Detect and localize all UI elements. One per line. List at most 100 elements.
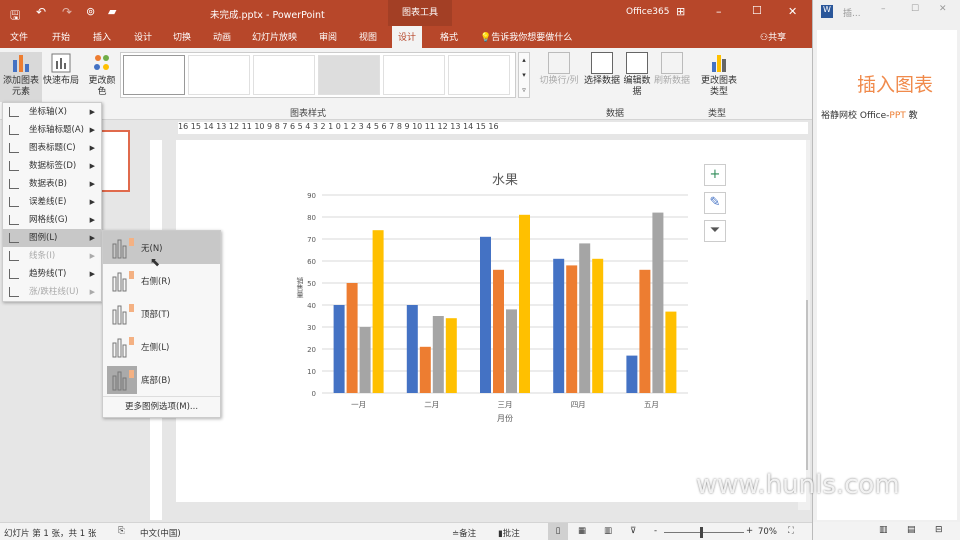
chart-style-2[interactable] bbox=[188, 55, 250, 95]
y-tick-label: 10 bbox=[307, 368, 316, 376]
menu-item[interactable]: 误差线(E) ▶ bbox=[3, 193, 101, 211]
x-axis-title: 月份 bbox=[497, 413, 513, 423]
menu-item[interactable]: 图表标题(C) ▶ bbox=[3, 139, 101, 157]
bar bbox=[493, 269, 504, 393]
menu-item[interactable]: 图例(L) ▶ bbox=[3, 229, 101, 247]
menu-item[interactable]: 网格线(G) ▶ bbox=[3, 211, 101, 229]
y-tick-label: 20 bbox=[307, 346, 316, 354]
legend-position-icon bbox=[112, 337, 134, 358]
menu-item[interactable]: 数据标签(D) ▶ bbox=[3, 157, 101, 175]
y-tick-label: 80 bbox=[307, 214, 316, 222]
close-button[interactable]: ✕ bbox=[788, 5, 797, 18]
change-colors-button[interactable]: 更改颜色 bbox=[86, 52, 118, 98]
y-tick-label: 30 bbox=[307, 324, 316, 332]
menu-item[interactable]: 坐标轴标题(A) ▶ bbox=[3, 121, 101, 139]
legend-option[interactable]: 底部(B) bbox=[103, 363, 220, 396]
comments-button[interactable]: ▮批注 bbox=[498, 527, 520, 539]
bar bbox=[506, 309, 517, 393]
account-name[interactable]: Office365 bbox=[626, 7, 669, 17]
menu-item[interactable]: 涨/跌柱线(U) ▶ bbox=[3, 283, 101, 301]
word-minimize-button[interactable]: – bbox=[881, 4, 886, 14]
zoom-slider[interactable] bbox=[664, 527, 744, 538]
word-maximize-button[interactable]: ☐ bbox=[911, 4, 919, 14]
word-close-button[interactable]: ✕ bbox=[939, 4, 947, 14]
quick-layout-button[interactable]: 快速布局 bbox=[42, 52, 80, 87]
tab-chart-design[interactable]: 设计 bbox=[392, 26, 423, 48]
minimize-button[interactable]: – bbox=[716, 5, 722, 18]
edit-data-button[interactable]: 编辑数据 bbox=[622, 52, 652, 98]
tab-review[interactable]: 审阅 bbox=[319, 30, 337, 43]
submenu-arrow-icon: ▶ bbox=[89, 162, 95, 170]
refresh-data-button[interactable]: 刷新数据 bbox=[654, 52, 690, 87]
tell-me-search[interactable]: 💡告诉我你想要做什么 bbox=[480, 30, 572, 43]
normal-view-button[interactable]: ▯ bbox=[548, 523, 568, 540]
chart-style-1[interactable] bbox=[123, 55, 185, 95]
brush-icon: ✎ bbox=[709, 195, 721, 210]
zoom-out-button[interactable]: - bbox=[654, 526, 657, 536]
zoom-in-button[interactable]: + bbox=[746, 526, 753, 536]
share-button[interactable]: ⚇共享 bbox=[760, 30, 786, 43]
tab-insert[interactable]: 插入 bbox=[93, 30, 111, 43]
select-data-button[interactable]: 选择数据 bbox=[584, 52, 620, 87]
maximize-button[interactable]: ☐ bbox=[752, 4, 762, 17]
bar bbox=[579, 243, 591, 393]
legend-option[interactable]: 左侧(L) bbox=[103, 330, 220, 363]
ribbon-display-icon[interactable]: ⊞ bbox=[676, 5, 685, 18]
y-tick-label: 70 bbox=[307, 236, 316, 244]
tab-view[interactable]: 视图 bbox=[359, 30, 377, 43]
presenter-icon[interactable]: ⊚ bbox=[86, 5, 95, 18]
notes-button[interactable]: ≐备注 bbox=[452, 527, 476, 539]
bar bbox=[639, 269, 651, 393]
language[interactable]: 中文(中国) bbox=[140, 527, 181, 539]
chart-style-6[interactable] bbox=[448, 55, 510, 95]
menu-item[interactable]: 数据表(B) ▶ bbox=[3, 175, 101, 193]
tab-file[interactable]: 文件 bbox=[10, 30, 28, 43]
slide-thumbnail-1[interactable] bbox=[100, 130, 130, 192]
menu-item[interactable]: 线条(I) ▶ bbox=[3, 247, 101, 265]
word-window-title: 插... bbox=[843, 9, 861, 19]
save-icon[interactable]: 🖫 bbox=[10, 6, 20, 27]
slideshow-button[interactable]: ⊽ bbox=[630, 526, 636, 536]
legend-option[interactable]: 顶部(T) bbox=[103, 297, 220, 330]
menu-item[interactable]: 坐标轴(X) ▶ bbox=[3, 103, 101, 121]
chart-styles-button[interactable]: ✎ bbox=[704, 192, 726, 214]
open-icon[interactable]: ▰ bbox=[108, 5, 116, 18]
zoom-level[interactable]: 70% bbox=[758, 527, 777, 537]
chart-style-4[interactable] bbox=[318, 55, 380, 95]
menu-item[interactable]: 趋势线(T) ▶ bbox=[3, 265, 101, 283]
zoom-slider-thumb[interactable] bbox=[700, 527, 703, 538]
word-icon: W bbox=[821, 5, 833, 18]
tab-animations[interactable]: 动画 bbox=[213, 30, 231, 43]
chart-elements-button[interactable]: + bbox=[704, 164, 726, 186]
filter-icon: ⏷ bbox=[709, 223, 721, 238]
chart-filters-button[interactable]: ⏷ bbox=[704, 220, 726, 242]
more-legend-options[interactable]: 更多图例选项(M)... bbox=[103, 396, 220, 416]
redo-icon[interactable]: ↷ bbox=[62, 5, 72, 19]
legend-option[interactable]: 右侧(R) bbox=[103, 264, 220, 297]
add-chart-element-button[interactable]: 添加图表元素 bbox=[0, 52, 42, 102]
reading-view-button[interactable]: ▥ bbox=[604, 526, 612, 536]
add-chart-element-menu: 坐标轴(X) ▶ 坐标轴标题(A) ▶ 图表标题(C) ▶ 数据标签(D) ▶ 数据表(B) ▶ 误… bbox=[2, 102, 102, 302]
legend-submenu: 无(N) 右侧(R) 顶部(T) 左侧(L) 底部(B) 更多图例选项(M)... bbox=[102, 230, 221, 418]
spellcheck-icon[interactable]: ⎘ bbox=[118, 526, 125, 536]
undo-icon[interactable]: ↶ bbox=[36, 5, 46, 19]
fit-slide-icon[interactable]: ⛶ bbox=[788, 526, 794, 536]
submenu-arrow-icon: ▶ bbox=[89, 288, 95, 296]
tab-slideshow[interactable]: 幻灯片放映 bbox=[252, 30, 297, 43]
read-mode-icon[interactable]: ▥ bbox=[879, 525, 888, 535]
type-group-label: 类型 bbox=[708, 109, 727, 119]
tab-format[interactable]: 格式 bbox=[440, 30, 458, 43]
tab-transitions[interactable]: 切换 bbox=[173, 30, 191, 43]
slide-sorter-button[interactable]: ▦ bbox=[578, 526, 586, 536]
switch-row-column-button[interactable]: 切换行/列 bbox=[538, 52, 580, 87]
print-layout-icon[interactable]: ▤ bbox=[907, 525, 916, 535]
chart-style-5[interactable] bbox=[383, 55, 445, 95]
web-layout-icon[interactable]: ⊟ bbox=[935, 525, 943, 535]
chart-style-3[interactable] bbox=[253, 55, 315, 95]
submenu-arrow-icon: ▶ bbox=[89, 198, 95, 206]
gallery-scroll[interactable]: ▴ ▾ ▿ bbox=[518, 52, 530, 98]
change-chart-type-button[interactable]: 更改图表类型 bbox=[698, 52, 740, 98]
tab-home[interactable]: 开始 bbox=[52, 30, 70, 43]
legend-option[interactable]: 无(N) bbox=[103, 231, 220, 264]
tab-design[interactable]: 设计 bbox=[134, 30, 152, 43]
